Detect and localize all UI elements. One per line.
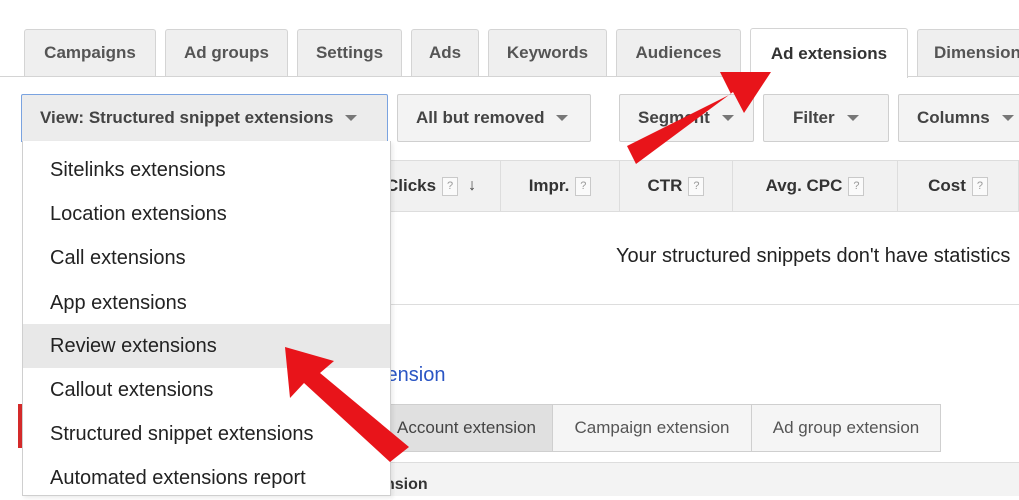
annotation-arrows bbox=[285, 72, 771, 462]
annotation-arrow-lower bbox=[285, 347, 409, 462]
annotation-arrow-upper bbox=[627, 72, 771, 164]
